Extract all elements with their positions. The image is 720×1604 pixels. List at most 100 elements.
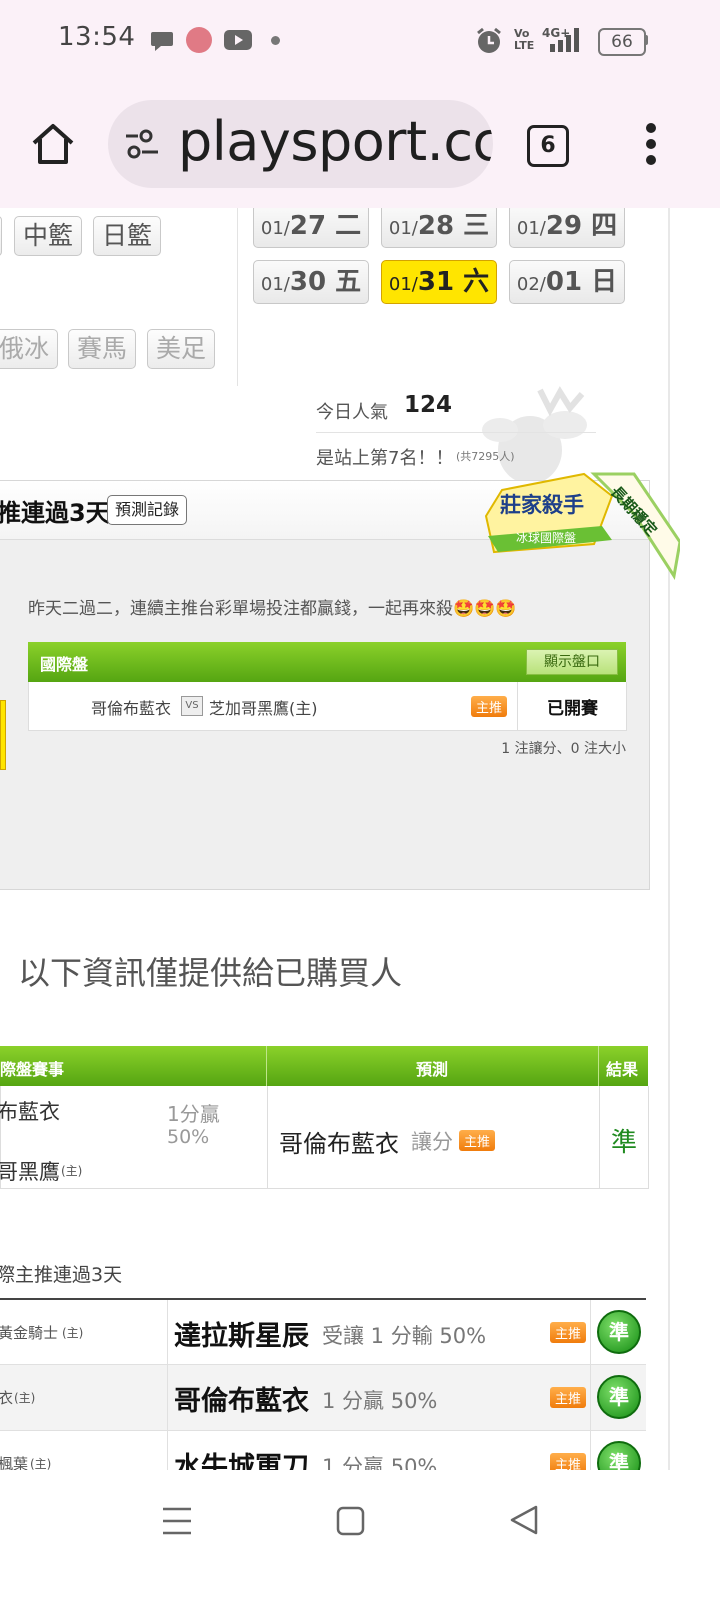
accurate-badge-icon: 準 <box>597 1375 641 1419</box>
main-pick-tag: 主推 <box>550 1387 587 1408</box>
buyer-notice-heading: 以下資訊僅提供給已購買人 <box>18 954 403 992</box>
result-table-row: 布藍衣 哥黑鷹 (主) 1分贏 50% 哥倫布藍衣 讓分 主推 準 <box>0 1086 649 1189</box>
history-pick: 達拉斯星辰 <box>174 1321 309 1352</box>
recent-apps-icon[interactable] <box>162 1506 192 1536</box>
tab-count: 6 <box>540 133 556 158</box>
popularity-rank: 是站上第7名！！ <box>316 448 454 469</box>
back-icon[interactable] <box>508 1504 540 1536</box>
prediction-summary: 1 注讓分、0 注大小 <box>501 741 626 757</box>
history-opponent: 黃金騎士 <box>0 1324 59 1342</box>
battery-tip <box>644 35 648 45</box>
history-opponent: 衣 <box>0 1389 14 1407</box>
match-divider <box>517 682 518 730</box>
match-away-team: 哥倫布藍衣 <box>91 699 172 718</box>
popularity-total: (共7295人) <box>456 450 515 463</box>
sport-button-khl[interactable]: 俄冰 <box>0 329 59 369</box>
popularity-divider <box>316 432 596 433</box>
sport-button-jbasket[interactable]: 日籃 <box>93 216 162 256</box>
status-bar: 13:54 Vo LTE 4G+ 66 <box>0 0 720 80</box>
row-divider <box>590 1431 591 1470</box>
main-pick-tag: 主推 <box>459 1130 496 1151</box>
row-divider <box>590 1365 591 1430</box>
volte-icon: Vo LTE <box>514 27 535 52</box>
result-pick-team: 哥倫布藍衣 <box>279 1130 399 1158</box>
row-divider <box>590 1300 591 1364</box>
url-text: playsport.cc <box>178 110 493 173</box>
accurate-badge-icon: 準 <box>597 1441 641 1470</box>
date-button-0131-selected[interactable]: 01/31 六 <box>381 260 497 304</box>
date-day: 29 四 <box>545 211 618 241</box>
result-handicap-percent: 50% <box>167 1126 210 1148</box>
sport-button-nfl[interactable]: 美足 <box>147 329 216 369</box>
history-home-mark: (主) <box>30 1457 52 1470</box>
match-home-team: 芝加哥黑鷹(主) <box>209 699 318 718</box>
date-day: 01 日 <box>545 267 618 297</box>
tabs-icon[interactable]: 6 <box>527 125 569 167</box>
nav-divider <box>237 208 238 386</box>
history-row[interactable]: 衣 (主) 哥倫布藍衣 1 分贏 50% 主推 準 <box>0 1365 646 1431</box>
sport-button-horse[interactable]: 賽馬 <box>68 329 137 369</box>
signal-icon: 4G+ <box>542 26 579 52</box>
match-status: 已開賽 <box>547 699 598 719</box>
home-button-icon[interactable] <box>336 1506 366 1536</box>
result-team1: 布藍衣 <box>0 1100 60 1124</box>
date-button-0127[interactable]: 01/27 二 <box>253 208 369 248</box>
home-icon[interactable] <box>30 122 76 166</box>
history-row[interactable]: 黃金騎士 (主) 達拉斯星辰 受讓 1 分輸 50% 主推 準 <box>0 1300 646 1365</box>
result-col-result: 結果 <box>606 1060 639 1079</box>
avatar-icon <box>186 27 212 53</box>
main-pick-tag: 主推 <box>550 1322 587 1343</box>
result-col-match: 際盤賽事 <box>0 1060 65 1079</box>
main-pick-tag: 主推 <box>471 696 508 717</box>
history-home-mark: (主) <box>14 1391 36 1405</box>
row-divider <box>167 1365 168 1430</box>
date-button-0128[interactable]: 01/28 三 <box>381 208 497 248</box>
result-team2: 哥黑鷹 <box>0 1160 60 1184</box>
date-month: 01/ <box>260 218 290 239</box>
show-odds-button[interactable]: 顯示盤口 <box>526 649 618 675</box>
history-pick: 水牛城軍刀 <box>174 1452 309 1470</box>
date-button-0129[interactable]: 01/29 四 <box>509 208 625 248</box>
result-value: 準 <box>611 1128 638 1158</box>
sport-button-partial[interactable] <box>0 216 2 256</box>
intl-odds-label: 國際盤 <box>40 655 89 674</box>
badge-main-text: 莊家殺手 <box>500 493 584 517</box>
history-detail: 1 分贏 50% <box>322 1455 438 1470</box>
date-button-0130[interactable]: 01/30 五 <box>253 260 369 304</box>
date-month: 02/ <box>516 274 546 295</box>
row-divider <box>167 1431 168 1470</box>
address-bar[interactable]: playsport.cc <box>108 100 493 188</box>
battery-icon: 66 <box>598 28 646 56</box>
date-month: 01/ <box>516 218 546 239</box>
row-divider <box>167 1300 168 1364</box>
date-day: 28 三 <box>417 211 490 241</box>
sport-button-cba[interactable]: 中籃 <box>14 216 83 256</box>
result-col-prediction: 預測 <box>416 1060 449 1079</box>
date-month: 01/ <box>388 218 418 239</box>
history-pick: 哥倫布藍衣 <box>174 1386 309 1417</box>
prediction-card-title: 推連過3天 <box>0 499 110 527</box>
youtube-icon <box>224 30 252 50</box>
date-day: 30 五 <box>289 267 362 297</box>
system-nav-bar <box>0 1470 720 1604</box>
chat-bubble-icon <box>151 32 173 51</box>
dot-icon <box>271 36 280 45</box>
vs-icon: VS <box>181 696 203 716</box>
history-detail: 受讓 1 分輸 50% <box>322 1324 487 1348</box>
record-button[interactable]: 預測記錄 <box>107 495 188 525</box>
page-right-border <box>668 208 670 1470</box>
result-handicap: 1分贏 <box>167 1102 220 1126</box>
history-detail: 1 分贏 50% <box>322 1389 438 1413</box>
popularity-value: 124 <box>404 392 453 418</box>
row-divider <box>599 1086 600 1188</box>
history-row[interactable]: 楓葉 (主) 水牛城軍刀 1 分贏 50% 主推 準 <box>0 1431 646 1470</box>
more-vert-icon[interactable] <box>643 122 659 166</box>
date-button-0201[interactable]: 02/01 日 <box>509 260 625 304</box>
history-opponent: 楓葉 <box>0 1455 29 1470</box>
date-day: 31 六 <box>417 267 490 297</box>
site-settings-icon[interactable] <box>124 128 160 160</box>
match-row[interactable]: 哥倫布藍衣 VS 芝加哥黑鷹(主) 主推 已開賽 <box>28 682 627 731</box>
accurate-badge-icon: 準 <box>597 1310 641 1354</box>
date-month: 01/ <box>260 274 290 295</box>
battery-level: 66 <box>611 32 633 52</box>
